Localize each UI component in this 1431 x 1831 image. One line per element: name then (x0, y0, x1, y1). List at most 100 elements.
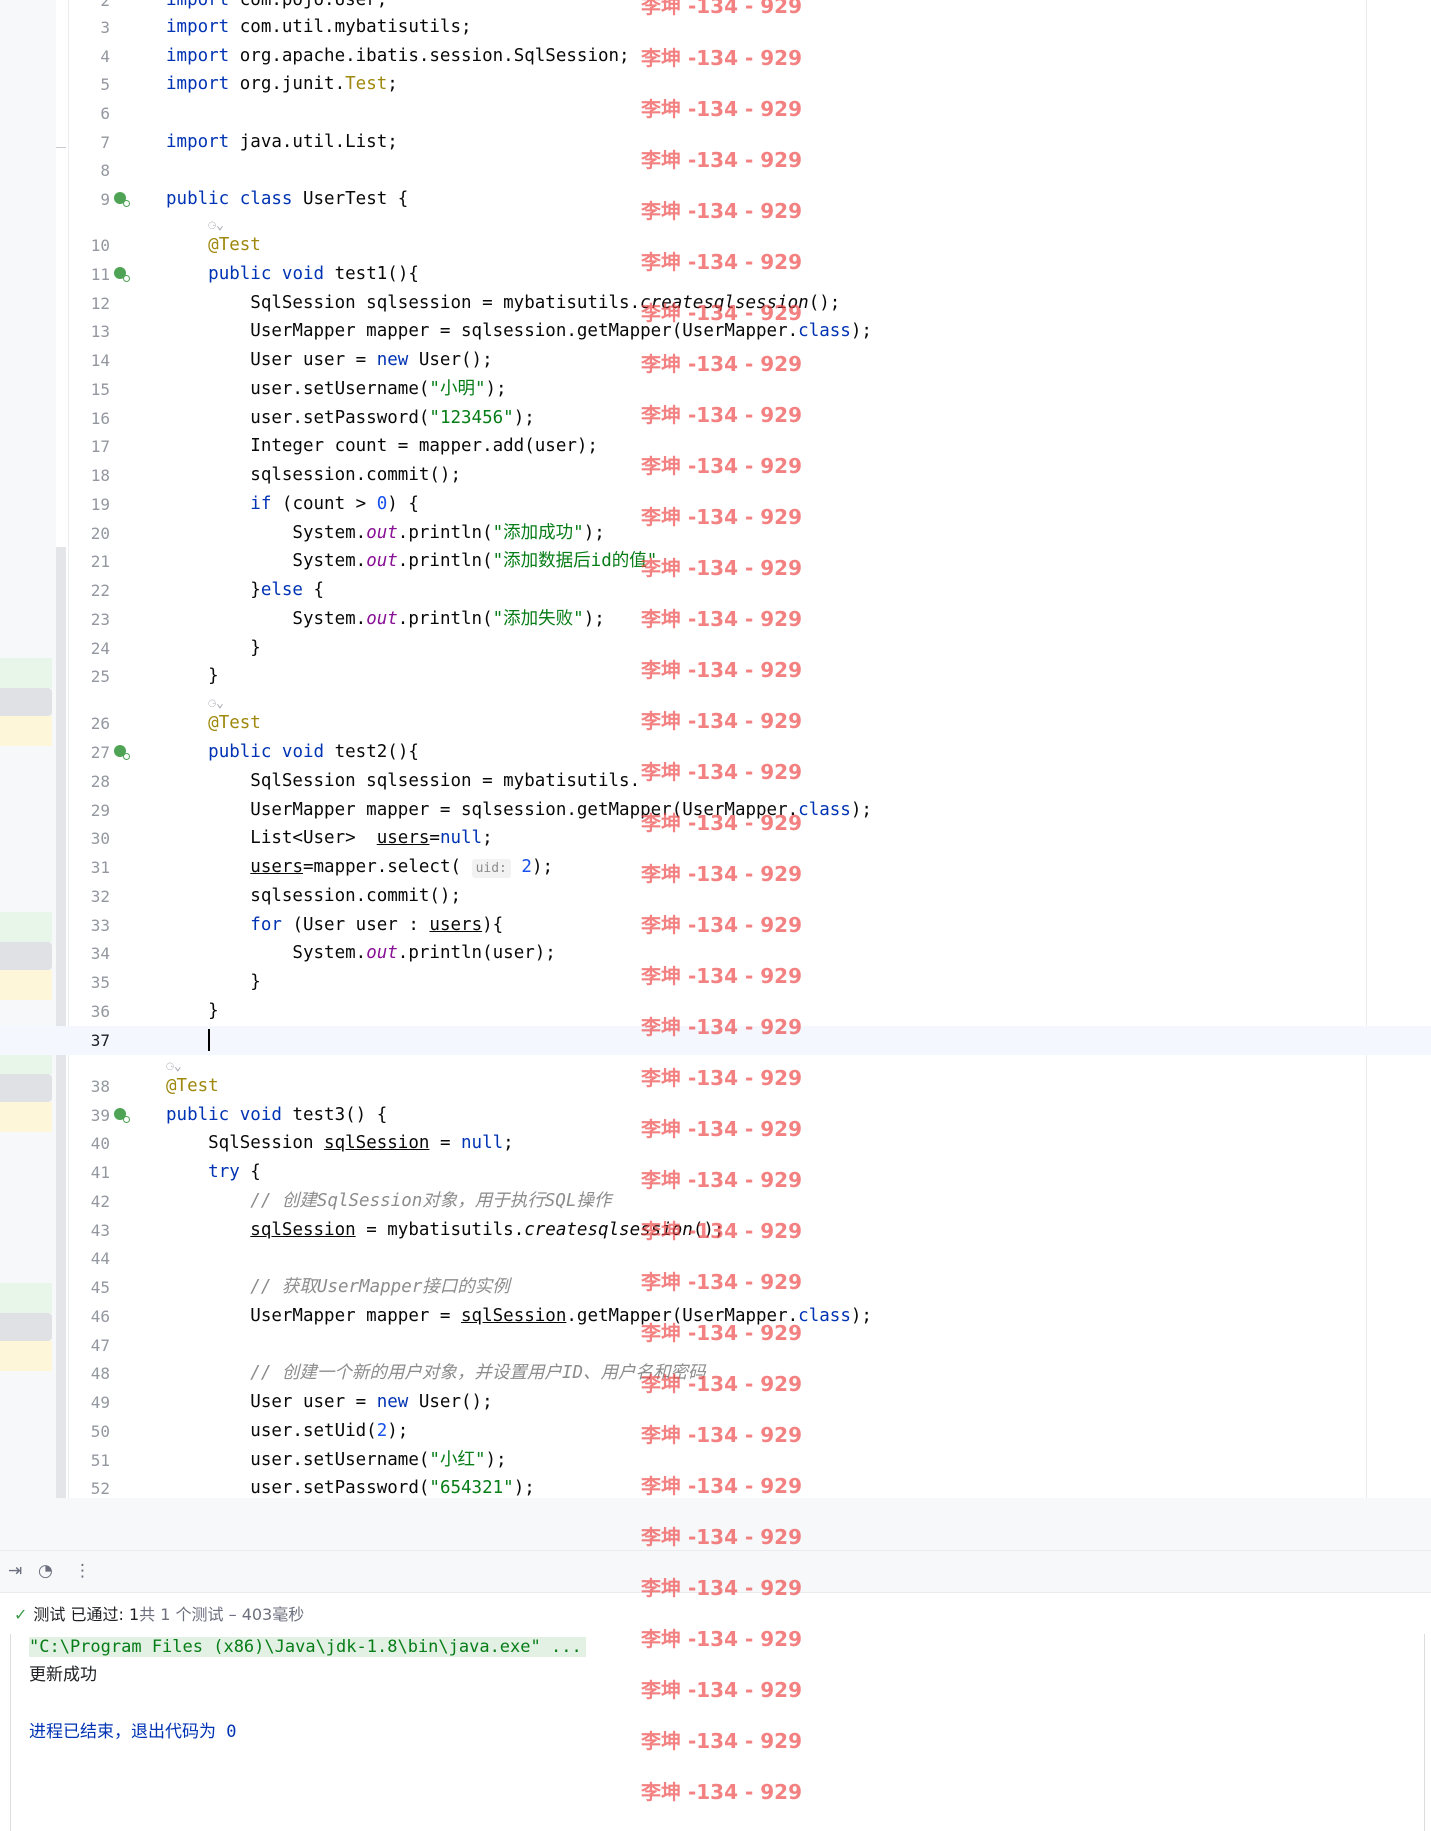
line-number[interactable]: 45 (70, 1273, 110, 1302)
line-number[interactable]: 28 (70, 767, 110, 796)
code-text[interactable]: user.setPassword("654321"); (166, 1474, 535, 1498)
line-number[interactable]: 47 (70, 1331, 110, 1360)
code-text[interactable]: user.setUsername("小明"); (166, 375, 506, 404)
line-number[interactable]: 50 (70, 1417, 110, 1446)
code-text[interactable]: User user = new User(); (166, 346, 492, 375)
code-text[interactable]: import java.util.List; (166, 128, 398, 157)
code-text[interactable]: Integer count = mapper.add(user); (166, 432, 598, 461)
line-number[interactable]: 36 (70, 997, 110, 1026)
line-number[interactable]: 23 (70, 605, 110, 634)
watermark-text: 李坤 -134 - 929 (641, 1321, 802, 1345)
watermark-text: 李坤 -134 - 929 (641, 1372, 802, 1396)
gauge-icon[interactable]: ◔ (38, 1561, 53, 1581)
line-number[interactable]: 17 (70, 432, 110, 461)
code-text[interactable]: users=mapper.select( uid: 2); (166, 853, 553, 882)
line-number[interactable]: 22 (70, 576, 110, 605)
code-text[interactable]: System.out.println("添加失败"); (166, 605, 604, 634)
line-number[interactable]: 24 (70, 634, 110, 663)
line-number[interactable]: 32 (70, 882, 110, 911)
code-text[interactable]: } (166, 634, 261, 663)
line-number[interactable]: 5 (70, 70, 110, 99)
line-number[interactable]: 29 (70, 796, 110, 825)
code-text[interactable]: try { (166, 1158, 261, 1187)
run-test-icon[interactable] (114, 267, 130, 282)
code-text[interactable]: import com.util.mybatisutils; (166, 13, 472, 42)
code-text[interactable]: sqlsession.commit(); (166, 882, 461, 911)
line-number[interactable]: 21 (70, 547, 110, 576)
line-number[interactable]: 49 (70, 1388, 110, 1417)
line-number[interactable]: 16 (70, 404, 110, 433)
more-options-button[interactable]: ⋮ (74, 1561, 91, 1581)
line-number[interactable]: 44 (70, 1244, 110, 1273)
line-number[interactable]: 43 (70, 1216, 110, 1245)
line-number[interactable]: 46 (70, 1302, 110, 1331)
code-text[interactable]: public void test1(){ (166, 260, 419, 289)
code-text[interactable]: System.out.println("添加成功"); (166, 519, 604, 548)
run-test-icon[interactable] (114, 1108, 130, 1123)
line-number[interactable]: 13 (70, 317, 110, 346)
line-number[interactable]: 27 (70, 738, 110, 767)
line-number[interactable]: 48 (70, 1359, 110, 1388)
code-text[interactable]: SqlSession sqlsession = mybatisutils. (166, 767, 640, 796)
line-number[interactable]: 4 (70, 42, 110, 71)
line-number[interactable]: 6 (70, 99, 110, 128)
line-number[interactable]: 7 (70, 128, 110, 157)
line-number[interactable]: 41 (70, 1158, 110, 1187)
code-text[interactable]: // 创建一个新的用户对象，并设置用户ID、用户名和密码 (166, 1359, 705, 1388)
code-text[interactable]: System.out.println(user); (166, 939, 555, 968)
line-number[interactable]: 12 (70, 289, 110, 318)
code-text[interactable]: public void test2(){ (166, 738, 419, 767)
code-text[interactable]: User user = new User(); (166, 1388, 492, 1417)
line-number[interactable]: 26 (70, 709, 110, 738)
line-number[interactable]: 30 (70, 824, 110, 853)
line-number[interactable]: 34 (70, 939, 110, 968)
line-number[interactable]: 18 (70, 461, 110, 490)
code-text[interactable]: sqlsession.commit(); (166, 461, 461, 490)
code-text[interactable]: SqlSession sqlSession = null; (166, 1129, 514, 1158)
code-text[interactable]: @Test (166, 1072, 219, 1101)
code-text[interactable]: List<User> users=null; (166, 824, 492, 853)
line-number[interactable]: 33 (70, 911, 110, 940)
code-text[interactable]: public void test3() { (166, 1101, 387, 1130)
line-number[interactable]: 51 (70, 1446, 110, 1475)
line-number[interactable]: 10 (70, 231, 110, 260)
code-text[interactable]: } (166, 662, 219, 691)
console-command-line[interactable]: "C:\Program Files (x86)\Java\jdk-1.8\bin… (29, 1637, 586, 1657)
export-icon[interactable]: ⇥ (8, 1561, 22, 1581)
code-text[interactable]: user.setPassword("123456"); (166, 404, 535, 433)
run-test-icon[interactable] (114, 192, 130, 207)
code-text[interactable]: import org.apache.ibatis.session.SqlSess… (166, 42, 630, 71)
line-number[interactable]: 40 (70, 1129, 110, 1158)
line-number[interactable]: 52 (70, 1474, 110, 1498)
line-number[interactable]: 20 (70, 519, 110, 548)
line-number[interactable]: 8 (70, 156, 110, 185)
line-number[interactable]: 39 (70, 1101, 110, 1130)
code-text[interactable]: System.out.println("添加数据后id的值" (166, 547, 657, 576)
line-number[interactable]: 42 (70, 1187, 110, 1216)
line-number[interactable]: 11 (70, 260, 110, 289)
line-number[interactable]: 31 (70, 853, 110, 882)
line-number[interactable]: 15 (70, 375, 110, 404)
code-text[interactable]: if (count > 0) { (166, 490, 419, 519)
code-text[interactable]: user.setUsername("小红"); (166, 1446, 506, 1475)
code-text[interactable]: for (User user : users){ (166, 911, 503, 940)
code-text[interactable]: import org.junit.Test; (166, 70, 398, 99)
code-text[interactable]: } (166, 968, 261, 997)
code-text[interactable]: @Test (166, 231, 261, 260)
line-number[interactable]: 38 (70, 1072, 110, 1101)
code-text[interactable]: // 创建SqlSession对象，用于执行SQL操作 (166, 1187, 611, 1216)
line-number[interactable]: 35 (70, 968, 110, 997)
run-test-icon[interactable] (114, 745, 130, 760)
code-text[interactable]: } (166, 997, 219, 1026)
watermark-text: 李坤 -134 - 929 (641, 97, 802, 121)
code-text[interactable]: user.setUid(2); (166, 1417, 408, 1446)
code-text[interactable]: // 获取UserMapper接口的实例 (166, 1273, 509, 1302)
watermark-text: 李坤 -134 - 929 (641, 1015, 802, 1039)
line-number[interactable]: 14 (70, 346, 110, 375)
line-number[interactable]: 25 (70, 662, 110, 691)
code-text[interactable]: }else { (166, 576, 324, 605)
line-number[interactable]: 3 (70, 13, 110, 42)
watermark-text: 李坤 -134 - 929 (641, 862, 802, 886)
code-text[interactable]: @Test (166, 709, 261, 738)
line-number[interactable]: 19 (70, 490, 110, 519)
